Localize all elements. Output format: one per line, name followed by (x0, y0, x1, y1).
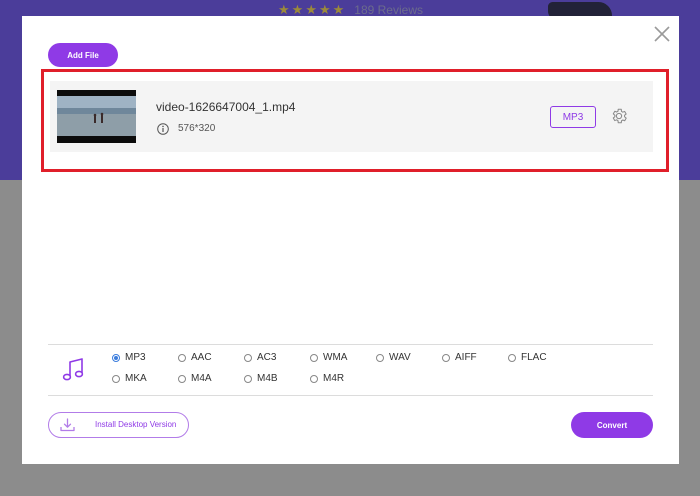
format-option-m4r[interactable]: M4R (310, 373, 344, 384)
format-label: MKA (125, 373, 147, 384)
star-icon: ★ (332, 2, 345, 17)
radio-button[interactable] (112, 374, 120, 383)
file-resolution: 576*320 (178, 123, 216, 134)
radio-button[interactable] (310, 353, 318, 362)
file-name: video-1626647004_1.mp4 (156, 100, 296, 114)
format-label: AC3 (257, 352, 277, 363)
format-label: MP3 (125, 352, 146, 363)
radio-button[interactable] (244, 374, 252, 383)
format-option-m4a[interactable]: M4A (178, 373, 212, 384)
format-option-wma[interactable]: WMA (310, 352, 347, 363)
format-option-mka[interactable]: MKA (112, 373, 147, 384)
format-option-ac3[interactable]: AC3 (244, 352, 276, 363)
rating-stars: ★ ★ ★ ★ ★ (278, 3, 344, 17)
video-thumbnail (57, 90, 136, 143)
format-label: FLAC (521, 352, 547, 363)
format-option-flac[interactable]: FLAC (508, 352, 547, 363)
format-label: AAC (191, 352, 212, 363)
radio-button[interactable] (112, 353, 120, 362)
radio-button[interactable] (244, 353, 252, 362)
gear-icon[interactable] (610, 107, 628, 125)
radio-button[interactable] (178, 374, 186, 383)
convert-button[interactable]: Convert (571, 412, 653, 438)
format-label: M4B (257, 373, 278, 384)
music-note-icon (62, 358, 84, 381)
radio-button[interactable] (376, 353, 384, 362)
install-desktop-label: Install Desktop Version (95, 420, 177, 429)
format-label: WAV (389, 352, 411, 363)
format-label: M4A (191, 373, 212, 384)
radio-button[interactable] (310, 374, 318, 383)
divider (48, 344, 653, 345)
file-row: video-1626647004_1.mp4 576*320 MP3 (50, 81, 653, 152)
star-icon: ★ (291, 2, 304, 17)
format-option-m4b[interactable]: M4B (244, 373, 278, 384)
star-icon: ★ (278, 2, 290, 17)
install-desktop-button[interactable]: Install Desktop Version (48, 412, 189, 438)
divider (48, 395, 653, 396)
radio-button[interactable] (508, 353, 516, 362)
star-icon: ★ (305, 2, 317, 17)
reviews-count: 189 Reviews (354, 3, 423, 17)
star-icon: ★ (318, 2, 331, 17)
format-option-mp3[interactable]: MP3 (112, 352, 146, 363)
radio-button[interactable] (442, 353, 450, 362)
format-label: WMA (323, 352, 348, 363)
format-label: M4R (323, 373, 345, 384)
output-format-button[interactable]: MP3 (550, 106, 596, 128)
format-option-aiff[interactable]: AIFF (442, 352, 477, 363)
add-file-button[interactable]: Add File (48, 43, 118, 67)
converter-dialog: Add File video-1626647004_1.mp4 576*320 … (22, 16, 679, 464)
format-option-aac[interactable]: AAC (178, 352, 212, 363)
radio-button[interactable] (178, 353, 186, 362)
format-label: AIFF (455, 352, 477, 363)
format-option-wav[interactable]: WAV (376, 352, 411, 363)
download-icon (60, 418, 75, 432)
close-icon[interactable] (652, 24, 672, 44)
info-icon[interactable] (157, 123, 169, 135)
